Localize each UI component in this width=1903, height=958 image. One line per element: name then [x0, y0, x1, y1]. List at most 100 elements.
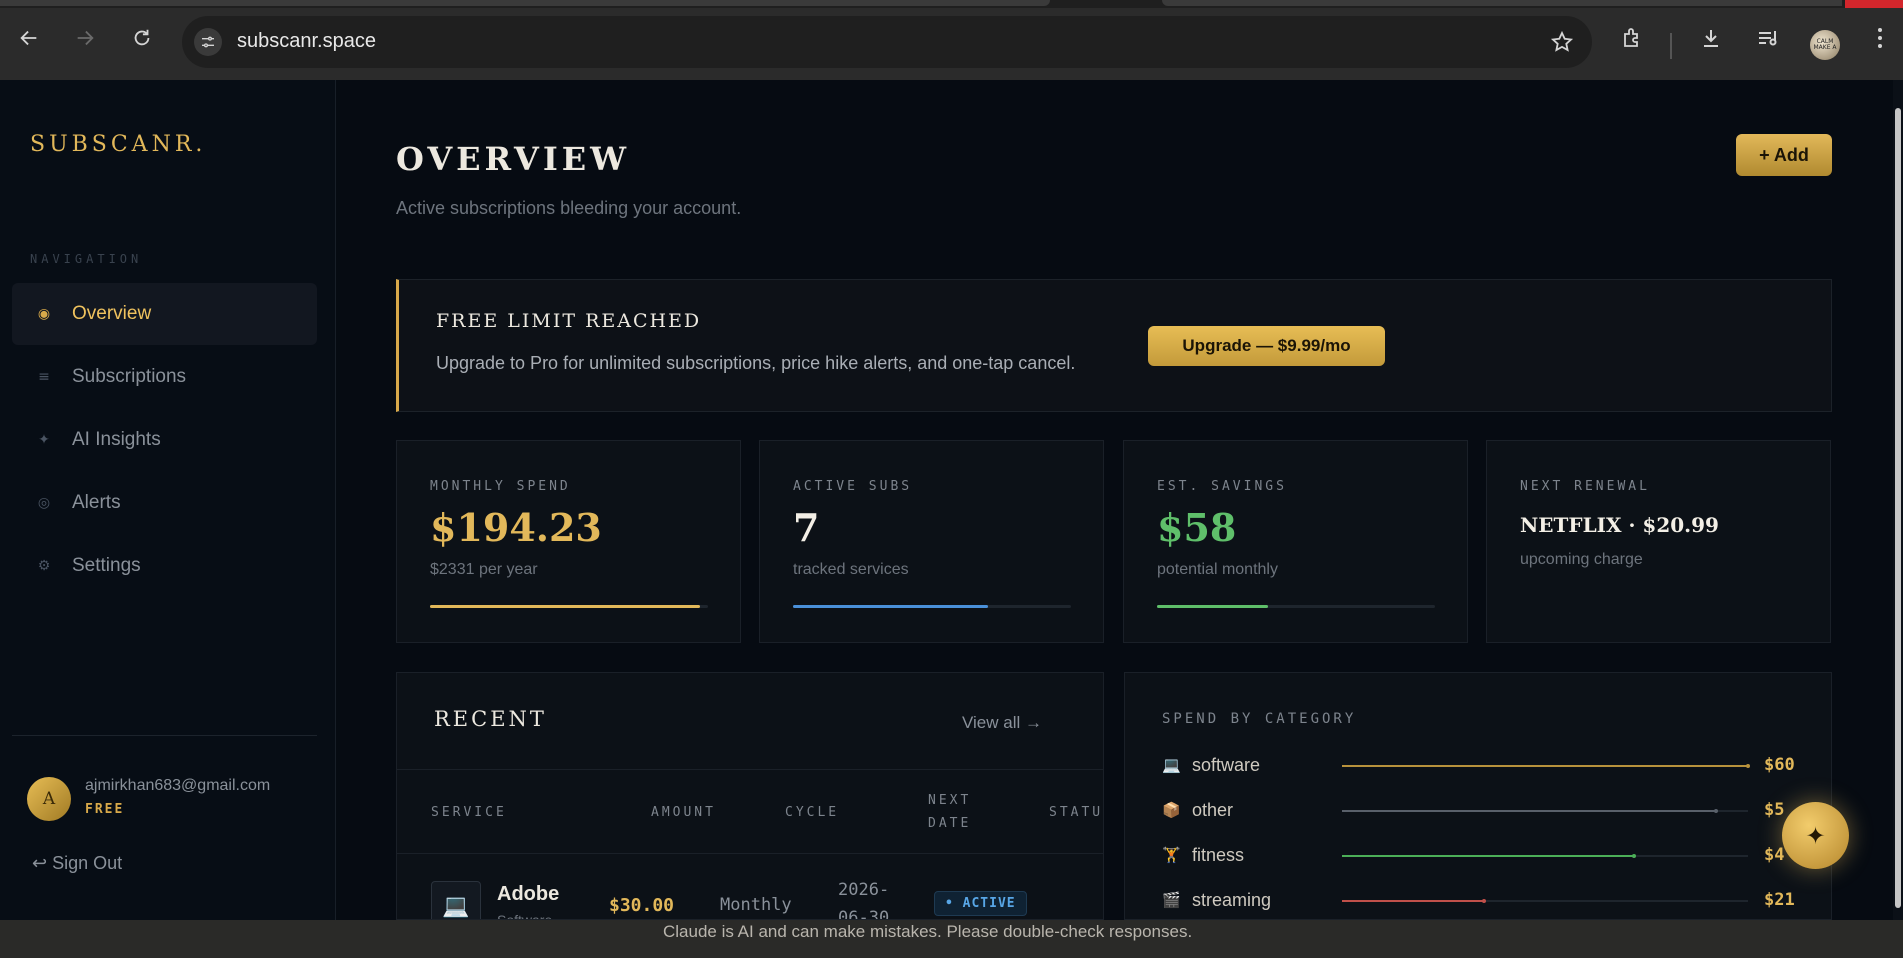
- laptop-icon: 💻: [431, 881, 481, 919]
- disclaimer-bar: Claude is AI and can make mistakes. Plea…: [0, 920, 1903, 958]
- stat-card-next-renewal: NEXT RENEWAL NETFLIX · $20.99 upcoming c…: [1486, 440, 1831, 643]
- sidebar-item-label: AI Insights: [72, 429, 161, 450]
- category-bar-track: [1342, 854, 1748, 858]
- scrollbar-thumb[interactable]: [1895, 108, 1901, 908]
- package-icon: 📦: [1162, 801, 1181, 819]
- category-bar-marker: [1632, 854, 1637, 858]
- stat-card-monthly-spend: MONTHLY SPEND $194.23 $2331 per year: [396, 440, 741, 643]
- service-amount: $30.00: [609, 895, 675, 916]
- page-title: OVERVIEW: [396, 140, 631, 178]
- stat-sub: potential monthly: [1157, 561, 1278, 578]
- stat-label: MONTHLY SPEND: [430, 479, 571, 494]
- forward-arrow-icon[interactable]: [67, 20, 103, 56]
- divider: [397, 853, 1103, 854]
- profile-avatar[interactable]: CALM MAKE A: [1810, 30, 1840, 60]
- category-bar-marker: [1713, 809, 1718, 813]
- column-header-next-date[interactable]: NEXT DATE: [928, 789, 988, 835]
- browser-toolbar: subscanr.space CALM MAKE A: [0, 8, 1903, 80]
- sidebar-item-label: Settings: [72, 555, 141, 576]
- clapperboard-icon: 🎬: [1162, 891, 1181, 909]
- free-limit-banner: FREE LIMIT REACHED Upgrade to Pro for un…: [396, 279, 1832, 412]
- media-queue-icon[interactable]: [1750, 20, 1786, 56]
- column-header-amount[interactable]: AMOUNT: [651, 801, 716, 824]
- category-value: $4: [1764, 845, 1785, 865]
- category-row[interactable]: 🎬 streaming $21: [1162, 888, 1802, 916]
- stat-card-est-savings: EST. SAVINGS $58 potential monthly: [1123, 440, 1468, 643]
- toolbar-divider: [1670, 33, 1672, 59]
- stat-progress-track: [1157, 605, 1435, 608]
- category-name: other: [1192, 800, 1234, 820]
- gear-icon: ⚙: [37, 558, 51, 574]
- stat-sub: tracked services: [793, 561, 909, 578]
- column-header-cycle[interactable]: CYCLE: [785, 801, 839, 824]
- category-row[interactable]: 🏋 fitness $4: [1162, 843, 1802, 871]
- category-name: streaming: [1192, 890, 1272, 910]
- sidebar-item-label: Overview: [72, 303, 152, 324]
- site-info-icon[interactable]: [194, 28, 222, 56]
- page-scrollbar[interactable]: [1893, 80, 1903, 920]
- back-arrow-icon[interactable]: [11, 20, 47, 56]
- category-bar-fill: [1342, 810, 1716, 812]
- bookmark-star-icon[interactable]: [1550, 30, 1574, 58]
- app-root: SUBSCANR. NAVIGATION ◉ Overview ≡ Subscr…: [0, 80, 1903, 920]
- sidebar-item-settings[interactable]: ⚙ Settings: [12, 535, 317, 597]
- sidebar-item-ai-insights[interactable]: ✦ AI Insights: [12, 409, 317, 471]
- address-bar[interactable]: subscanr.space: [182, 16, 1592, 68]
- spend-by-category-panel: SPEND BY CATEGORY 💻 software $60 📦 other…: [1124, 672, 1832, 920]
- category-row[interactable]: 📦 other $5: [1162, 798, 1802, 826]
- browser-tab[interactable]: [0, 0, 1050, 6]
- category-value: $60: [1764, 755, 1795, 775]
- dumbbell-icon: 🏋: [1162, 846, 1181, 864]
- sidebar-divider: [12, 735, 317, 736]
- browser-tab[interactable]: [1162, 0, 1842, 6]
- sidebar-item-alerts[interactable]: ◎ Alerts: [12, 472, 317, 534]
- category-panel-title: SPEND BY CATEGORY: [1162, 711, 1357, 727]
- user-email: ajmirkhan683@gmail.com: [85, 777, 271, 794]
- sidebar-item-overview[interactable]: ◉ Overview: [12, 283, 317, 345]
- category-row[interactable]: 💻 software $60: [1162, 753, 1802, 781]
- menu-kebab-icon[interactable]: [1862, 20, 1898, 56]
- download-icon[interactable]: [1693, 20, 1729, 56]
- upgrade-button[interactable]: Upgrade — $9.99/mo: [1148, 326, 1385, 366]
- category-bar-fill: [1342, 765, 1748, 767]
- brand-logo[interactable]: SUBSCANR.: [30, 132, 206, 157]
- browser-tab-strip: [0, 0, 1903, 8]
- bell-icon: ◎: [37, 495, 51, 511]
- add-subscription-button[interactable]: + Add: [1736, 134, 1832, 176]
- stat-progress-track: [793, 605, 1071, 608]
- plan-badge: FREE: [85, 802, 125, 817]
- stat-sub: upcoming charge: [1520, 551, 1643, 568]
- window-close-indicator[interactable]: [1845, 0, 1903, 8]
- divider: [397, 769, 1103, 770]
- stat-label: EST. SAVINGS: [1157, 479, 1287, 494]
- recent-title: RECENT: [434, 707, 547, 731]
- sign-out-link[interactable]: ↩ Sign Out: [32, 853, 122, 874]
- reload-icon[interactable]: [124, 20, 160, 56]
- sidebar-item-subscriptions[interactable]: ≡ Subscriptions: [12, 346, 317, 408]
- column-header-status[interactable]: STATUS: [1049, 801, 1103, 824]
- stat-progress-fill: [430, 605, 700, 608]
- column-header-service[interactable]: SERVICE: [431, 801, 507, 824]
- view-all-link[interactable]: View all →: [962, 713, 1042, 733]
- stat-value: 7: [793, 505, 820, 550]
- service-next-date: 2026-06-30: [838, 880, 890, 920]
- service-name: Adobe: [497, 883, 560, 905]
- recent-panel: RECENT View all → SERVICE AMOUNT CYCLE N…: [396, 672, 1104, 920]
- category-name: fitness: [1192, 845, 1245, 865]
- category-name: software: [1192, 755, 1261, 775]
- banner-text: Upgrade to Pro for unlimited subscriptio…: [436, 353, 1076, 373]
- category-bar-marker: [1746, 764, 1750, 768]
- list-icon: ≡: [38, 369, 50, 385]
- banner-title: FREE LIMIT REACHED: [436, 310, 702, 332]
- sidebar: SUBSCANR. NAVIGATION ◉ Overview ≡ Subscr…: [0, 80, 336, 920]
- avatar[interactable]: A: [27, 777, 71, 821]
- status-badge: • ACTIVE: [934, 891, 1027, 916]
- page-subtitle: Active subscriptions bleeding your accou…: [396, 198, 742, 218]
- url-text[interactable]: subscanr.space: [237, 30, 376, 53]
- sidebar-item-label: Alerts: [72, 492, 121, 513]
- sparkle-icon: ✦: [38, 432, 50, 448]
- ai-assistant-sparkle-icon[interactable]: ✦: [1782, 802, 1849, 869]
- sidebar-item-label: Subscriptions: [72, 366, 187, 387]
- extensions-icon[interactable]: [1614, 20, 1650, 56]
- stat-value: NETFLIX · $20.99: [1520, 513, 1719, 537]
